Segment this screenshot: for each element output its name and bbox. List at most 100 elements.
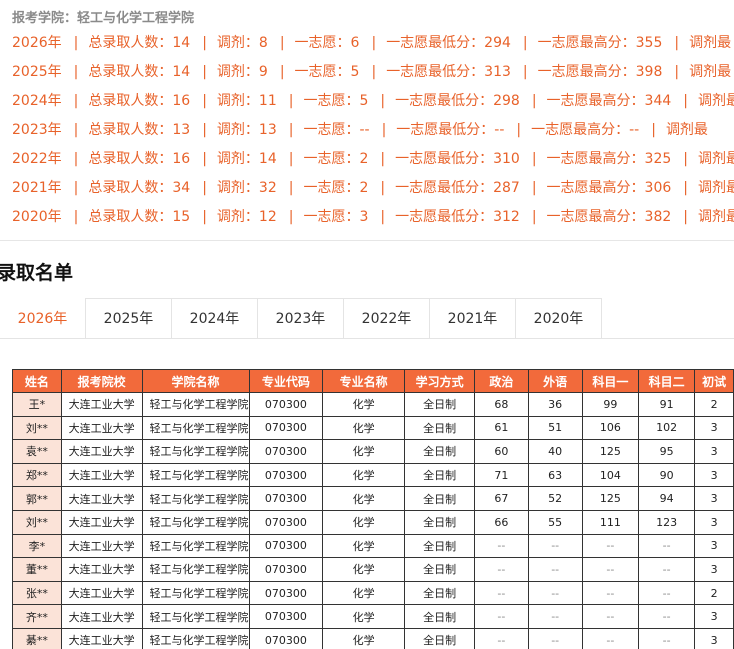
table-cell: -- <box>527 557 583 582</box>
table-cell: 66 <box>474 509 529 535</box>
tab-2023[interactable]: 2023年 <box>257 298 344 338</box>
stat-adjust: 调剂：12 <box>216 209 277 225</box>
stat-year: 2023年 <box>12 122 62 138</box>
table-cell: 125 <box>581 439 640 464</box>
table-cell: 070300 <box>248 392 324 417</box>
tab-2020[interactable]: 2020年 <box>515 298 602 338</box>
stat-max: 一志愿最高分：382 <box>546 209 672 225</box>
table-cell: 3 <box>694 627 734 649</box>
table-cell: 化学 <box>322 392 406 417</box>
admission-table: 姓名 报考院校 学院名称 专业代码 专业名称 学习方式 政治 外语 科目一 科目… <box>12 369 734 649</box>
table-cell: 化学 <box>322 557 406 582</box>
table-cell: 轻工与化学工程学院 <box>141 415 250 441</box>
table-cell: -- <box>637 580 696 606</box>
table-cell: 轻工与化学工程学院 <box>141 604 250 629</box>
table-row: 郑** 大连工业大学 轻工与化学工程学院 070300 化学 全日制 71 63 104 90 3 <box>12 462 734 488</box>
table-cell: 化学 <box>322 604 406 629</box>
table-cell: 36 <box>527 392 583 417</box>
table-cell: 轻工与化学工程学院 <box>141 533 250 559</box>
table-cell: 60 <box>474 439 529 464</box>
table-cell: 化学 <box>322 533 406 559</box>
tab-2025[interactable]: 2025年 <box>85 298 172 338</box>
table-cell: 3 <box>694 557 734 582</box>
table-row: 李* 大连工业大学 轻工与化学工程学院 070300 化学 全日制 -- -- -- -- 3 <box>12 533 734 559</box>
col-header: 初试 <box>694 369 734 393</box>
table-cell: 67 <box>474 486 529 511</box>
table-cell: 111 <box>581 509 640 535</box>
table-cell: 大连工业大学 <box>60 439 143 464</box>
table-cell: 全日制 <box>404 580 476 606</box>
stat-first: 一志愿：5 <box>294 64 360 80</box>
stat-adjust: 调剂：32 <box>216 180 277 196</box>
section-divider <box>0 240 734 241</box>
table-cell: 大连工业大学 <box>60 415 143 441</box>
table-cell: 全日制 <box>404 557 476 582</box>
table-cell: -- <box>581 627 640 649</box>
table-cell: 125 <box>581 486 640 511</box>
table-cell: 轻工与化学工程学院 <box>141 580 250 606</box>
table-cell: 104 <box>581 462 640 488</box>
stat-first: 一志愿：6 <box>294 35 360 51</box>
stat-year: 2026年 <box>12 35 62 51</box>
stat-max: 一志愿最高分：355 <box>537 35 663 51</box>
col-header: 外语 <box>527 369 583 393</box>
table-header-row: 姓名 报考院校 学院名称 专业代码 专业名称 学习方式 政治 外语 科目一 科目… <box>12 369 734 393</box>
table-cell: 化学 <box>322 627 406 649</box>
table-cell: 52 <box>527 486 583 511</box>
table-cell: 全日制 <box>404 533 476 559</box>
stat-first: 一志愿：3 <box>303 209 369 225</box>
table-cell: -- <box>474 557 529 582</box>
stat-total: 总录取人数：16 <box>88 151 191 167</box>
table-cell: 070300 <box>248 509 324 535</box>
table-row: 郭** 大连工业大学 轻工与化学工程学院 070300 化学 全日制 67 52 125 94 3 <box>12 486 734 511</box>
table-cell: 全日制 <box>404 627 476 649</box>
stat-total: 总录取人数：16 <box>88 93 191 109</box>
col-header: 专业名称 <box>322 369 406 393</box>
stat-adjust: 调剂：8 <box>216 35 268 51</box>
col-header: 科目二 <box>637 369 696 393</box>
stat-total: 总录取人数：13 <box>88 122 191 138</box>
table-cell: 张** <box>12 580 62 606</box>
col-header: 专业代码 <box>248 369 324 393</box>
table-cell: -- <box>637 604 696 629</box>
stat-adjust-min: 调剂最 <box>689 35 732 51</box>
table-cell: 90 <box>637 462 696 488</box>
table-cell: 轻工与化学工程学院 <box>141 486 250 511</box>
stat-year: 2021年 <box>12 180 62 196</box>
table-cell: 轻工与化学工程学院 <box>141 509 250 535</box>
table-cell: 大连工业大学 <box>60 604 143 629</box>
stat-min: 一志愿最低分：294 <box>386 35 511 51</box>
table-cell: -- <box>637 627 696 649</box>
tab-2021[interactable]: 2021年 <box>429 298 516 338</box>
col-header: 政治 <box>474 369 529 393</box>
stat-first: 一志愿：2 <box>303 151 369 167</box>
table-cell: 轻工与化学工程学院 <box>141 557 250 582</box>
table-cell: 化学 <box>322 580 406 606</box>
tab-2026[interactable]: 2026年 <box>0 298 86 338</box>
table-cell: 郭** <box>12 486 62 511</box>
stat-min: 一志愿最低分：310 <box>395 151 520 167</box>
col-header: 报考院校 <box>60 369 143 393</box>
table-cell: 化学 <box>322 462 406 488</box>
tab-2024[interactable]: 2024年 <box>171 298 258 338</box>
stat-row-2026: 2026年 | 总录取人数：14 | 调剂：8 | 一志愿：6 | 一志愿最低分：294 | 一志愿… <box>12 35 732 51</box>
admission-table-wrap: 姓名 报考院校 学院名称 专业代码 专业名称 学习方式 政治 外语 科目一 科目… <box>12 369 734 649</box>
table-cell: 95 <box>637 439 696 464</box>
stat-max: 一志愿最高分：398 <box>537 64 663 80</box>
tab-2022[interactable]: 2022年 <box>343 298 430 338</box>
table-cell: 全日制 <box>404 462 476 488</box>
table-cell: 轻工与化学工程学院 <box>141 439 250 464</box>
table-cell: 3 <box>694 439 734 464</box>
stat-row-2020: 2020年 | 总录取人数：15 | 调剂：12 | 一志愿：3 | 一志愿最低分：312 | 一志… <box>12 207 734 236</box>
table-cell: 大连工业大学 <box>60 627 143 649</box>
stat-total: 总录取人数：14 <box>88 35 191 51</box>
table-row: 王* 大连工业大学 轻工与化学工程学院 070300 化学 全日制 68 36 99 91 2 <box>12 392 734 417</box>
table-cell: -- <box>581 604 640 629</box>
stat-min: 一志愿最低分：313 <box>386 64 511 80</box>
table-cell: -- <box>527 627 583 649</box>
table-cell: 刘** <box>12 415 62 441</box>
table-cell: -- <box>581 557 640 582</box>
stat-adjust: 调剂：13 <box>216 122 277 138</box>
table-cell: 化学 <box>322 509 406 535</box>
table-cell: -- <box>581 580 640 606</box>
